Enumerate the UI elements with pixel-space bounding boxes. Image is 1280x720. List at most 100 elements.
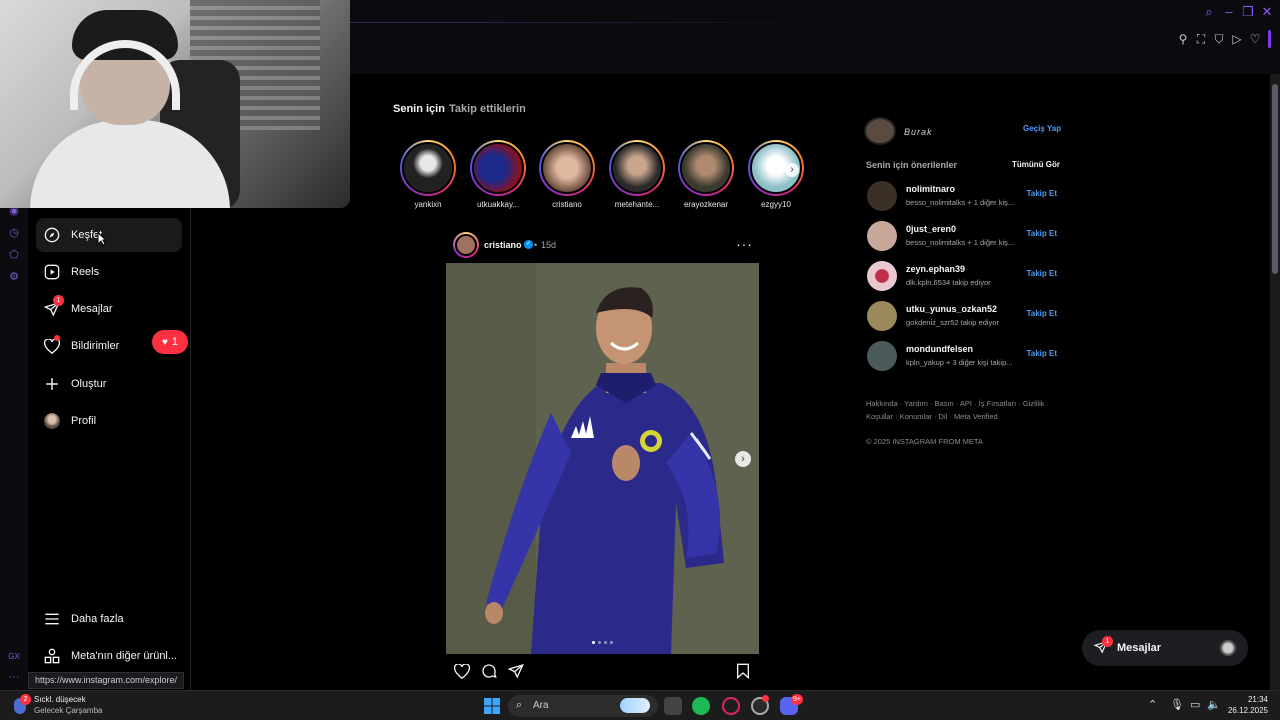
profile-avatar-icon (43, 412, 61, 430)
post-more-icon[interactable]: ··· (736, 236, 753, 252)
like-icon[interactable] (453, 662, 471, 680)
meta-apps-icon (43, 647, 61, 665)
suggestion-username[interactable]: utku_yunus_ozkan52 (906, 304, 997, 314)
menu-icon (43, 610, 61, 628)
steam-badge (762, 695, 769, 702)
spotify-icon[interactable] (692, 697, 710, 715)
nav-label: Mesajlar (71, 303, 113, 315)
snapshot-icon[interactable]: ⛶ (1193, 31, 1209, 47)
nav-profile[interactable]: Profil (36, 404, 182, 438)
taskbar-search[interactable]: ⌕ Ara (508, 695, 658, 717)
stories-next-icon[interactable]: › (785, 163, 799, 177)
image-next-icon[interactable]: › (735, 451, 751, 467)
gx-label[interactable]: GX (7, 650, 21, 664)
post-author-name[interactable]: cristiano (484, 240, 522, 250)
suggestion-username[interactable]: nolimitnaro (906, 184, 955, 194)
volume-icon[interactable]: 🔈 (1207, 698, 1221, 711)
nav-meta-products[interactable]: Meta'nın diğer ürünl... (36, 639, 182, 673)
comment-icon[interactable] (480, 662, 498, 680)
story-avatar (611, 142, 663, 194)
suggestion-username[interactable]: 0just_eren0 (906, 224, 956, 234)
display-icon[interactable]: ▭ (1190, 698, 1200, 711)
microphone-icon[interactable]: 🎙 (1170, 698, 1184, 711)
suggestion-username[interactable]: mondundfelsen (906, 344, 973, 354)
follow-button[interactable]: Takip Et (1026, 309, 1057, 318)
suggestions-title: Senin için önerilenler (866, 160, 958, 170)
story-item[interactable]: erayozkenar (676, 140, 736, 209)
notification-pill[interactable]: ♥ 1 (152, 330, 188, 354)
story-item[interactable]: metehante... (607, 140, 667, 209)
see-all-link[interactable]: Tümünü Gör (1012, 160, 1060, 169)
tab-for-you[interactable]: Senin için (393, 103, 445, 115)
post-author-avatar[interactable] (453, 232, 479, 258)
post-image[interactable] (446, 263, 759, 654)
suggestion-subtitle: besso_nolimitalks + 1 diğer kiş... (906, 238, 1015, 247)
floating-messages-button[interactable]: 1 Mesajlar (1082, 630, 1248, 666)
story-item[interactable]: utkuakkay... (468, 140, 528, 209)
suggestion-username[interactable]: zeyn.ephan39 (906, 264, 965, 274)
switch-account-link[interactable]: Geçiş Yap (1023, 124, 1061, 133)
nav-explore[interactable]: Keşfet (36, 218, 182, 252)
follow-button[interactable]: Takip Et (1026, 269, 1057, 278)
suggestion-avatar[interactable] (867, 261, 897, 291)
tab-following[interactable]: Takip ettiklerin (449, 103, 526, 115)
settings-icon[interactable]: ⚙ (7, 270, 21, 284)
messages-badge: 1 (1102, 636, 1113, 647)
task-view-icon[interactable] (664, 697, 682, 715)
current-user-avatar[interactable] (864, 117, 896, 145)
shield-icon[interactable]: ⛉ (1211, 31, 1227, 47)
search-icon[interactable]: ⌕ (1201, 4, 1217, 20)
sidebar-toggle-icon[interactable] (1268, 30, 1271, 48)
close-icon[interactable]: ✕ (1259, 4, 1275, 20)
footer-links[interactable]: Koşullar · Konumlar · Dil · Meta Verifie… (866, 412, 998, 421)
follow-button[interactable]: Takip Et (1026, 229, 1057, 238)
suggestion-row: zeyn.ephan39 dlk.kpln.6534 takip ediyor … (867, 261, 1057, 293)
suggestion-avatar[interactable] (867, 221, 897, 251)
story-username: ezgyy10 (761, 200, 791, 209)
suggestion-avatar[interactable] (867, 301, 897, 331)
follow-button[interactable]: Takip Et (1026, 349, 1057, 358)
page-scrollbar[interactable] (1270, 74, 1280, 690)
share-icon[interactable] (507, 662, 525, 680)
story-ring (400, 140, 456, 196)
carousel-dots (592, 641, 613, 644)
history-icon[interactable]: ◷ (7, 226, 21, 240)
opera-gx-icon[interactable] (722, 697, 740, 715)
search-icon: ⌕ (516, 699, 523, 711)
clock-date[interactable]: 26.12.2025 (1224, 706, 1268, 715)
nav-create[interactable]: Oluştur (36, 367, 182, 401)
weather-subtitle: Gelecek Çarşamba (34, 706, 103, 715)
heart-filled-icon: ♥ (161, 336, 168, 348)
nav-more[interactable]: Daha fazla (36, 602, 182, 636)
story-item[interactable]: cristiano (537, 140, 597, 209)
clock-time[interactable]: 21:34 (1236, 695, 1268, 704)
more-icon[interactable]: ··· (7, 670, 21, 684)
nav-label: Daha fazla (71, 613, 124, 625)
extensions-icon[interactable]: ⬠ (7, 248, 21, 262)
minimize-icon[interactable]: – (1221, 4, 1237, 20)
nav-reels[interactable]: Reels (36, 255, 182, 289)
compass-icon (43, 226, 61, 244)
follow-button[interactable]: Takip Et (1026, 189, 1057, 198)
pin-icon[interactable]: ⚲ (1175, 31, 1191, 47)
story-ring (470, 140, 526, 196)
story-avatar (541, 142, 593, 194)
chevron-up-icon[interactable]: ⌃ (1148, 698, 1157, 711)
weather-title[interactable]: Sıckl. düşecek (34, 695, 86, 704)
suggestion-row: utku_yunus_ozkan52 gokdeniz_szr52 takip … (867, 301, 1057, 333)
play-icon[interactable]: ▷ (1229, 31, 1245, 47)
messenger-icon: 1 (43, 295, 64, 318)
story-item[interactable]: yankixn (398, 140, 458, 209)
nav-messages[interactable]: 1 Mesajlar (36, 292, 182, 326)
story-ring (678, 140, 734, 196)
windows-start-icon[interactable] (484, 698, 500, 714)
heart-icon[interactable]: ♡ (1247, 31, 1263, 47)
scrollbar-thumb[interactable] (1272, 84, 1278, 274)
footer-links[interactable]: Hakkında · Yardım · Basın · API · İş Fır… (866, 399, 1049, 408)
save-icon[interactable] (734, 662, 752, 680)
restore-icon[interactable]: ❐ (1240, 4, 1256, 20)
suggestion-avatar[interactable] (867, 341, 897, 371)
story-ring (539, 140, 595, 196)
player-photo (446, 263, 759, 654)
suggestion-avatar[interactable] (867, 181, 897, 211)
